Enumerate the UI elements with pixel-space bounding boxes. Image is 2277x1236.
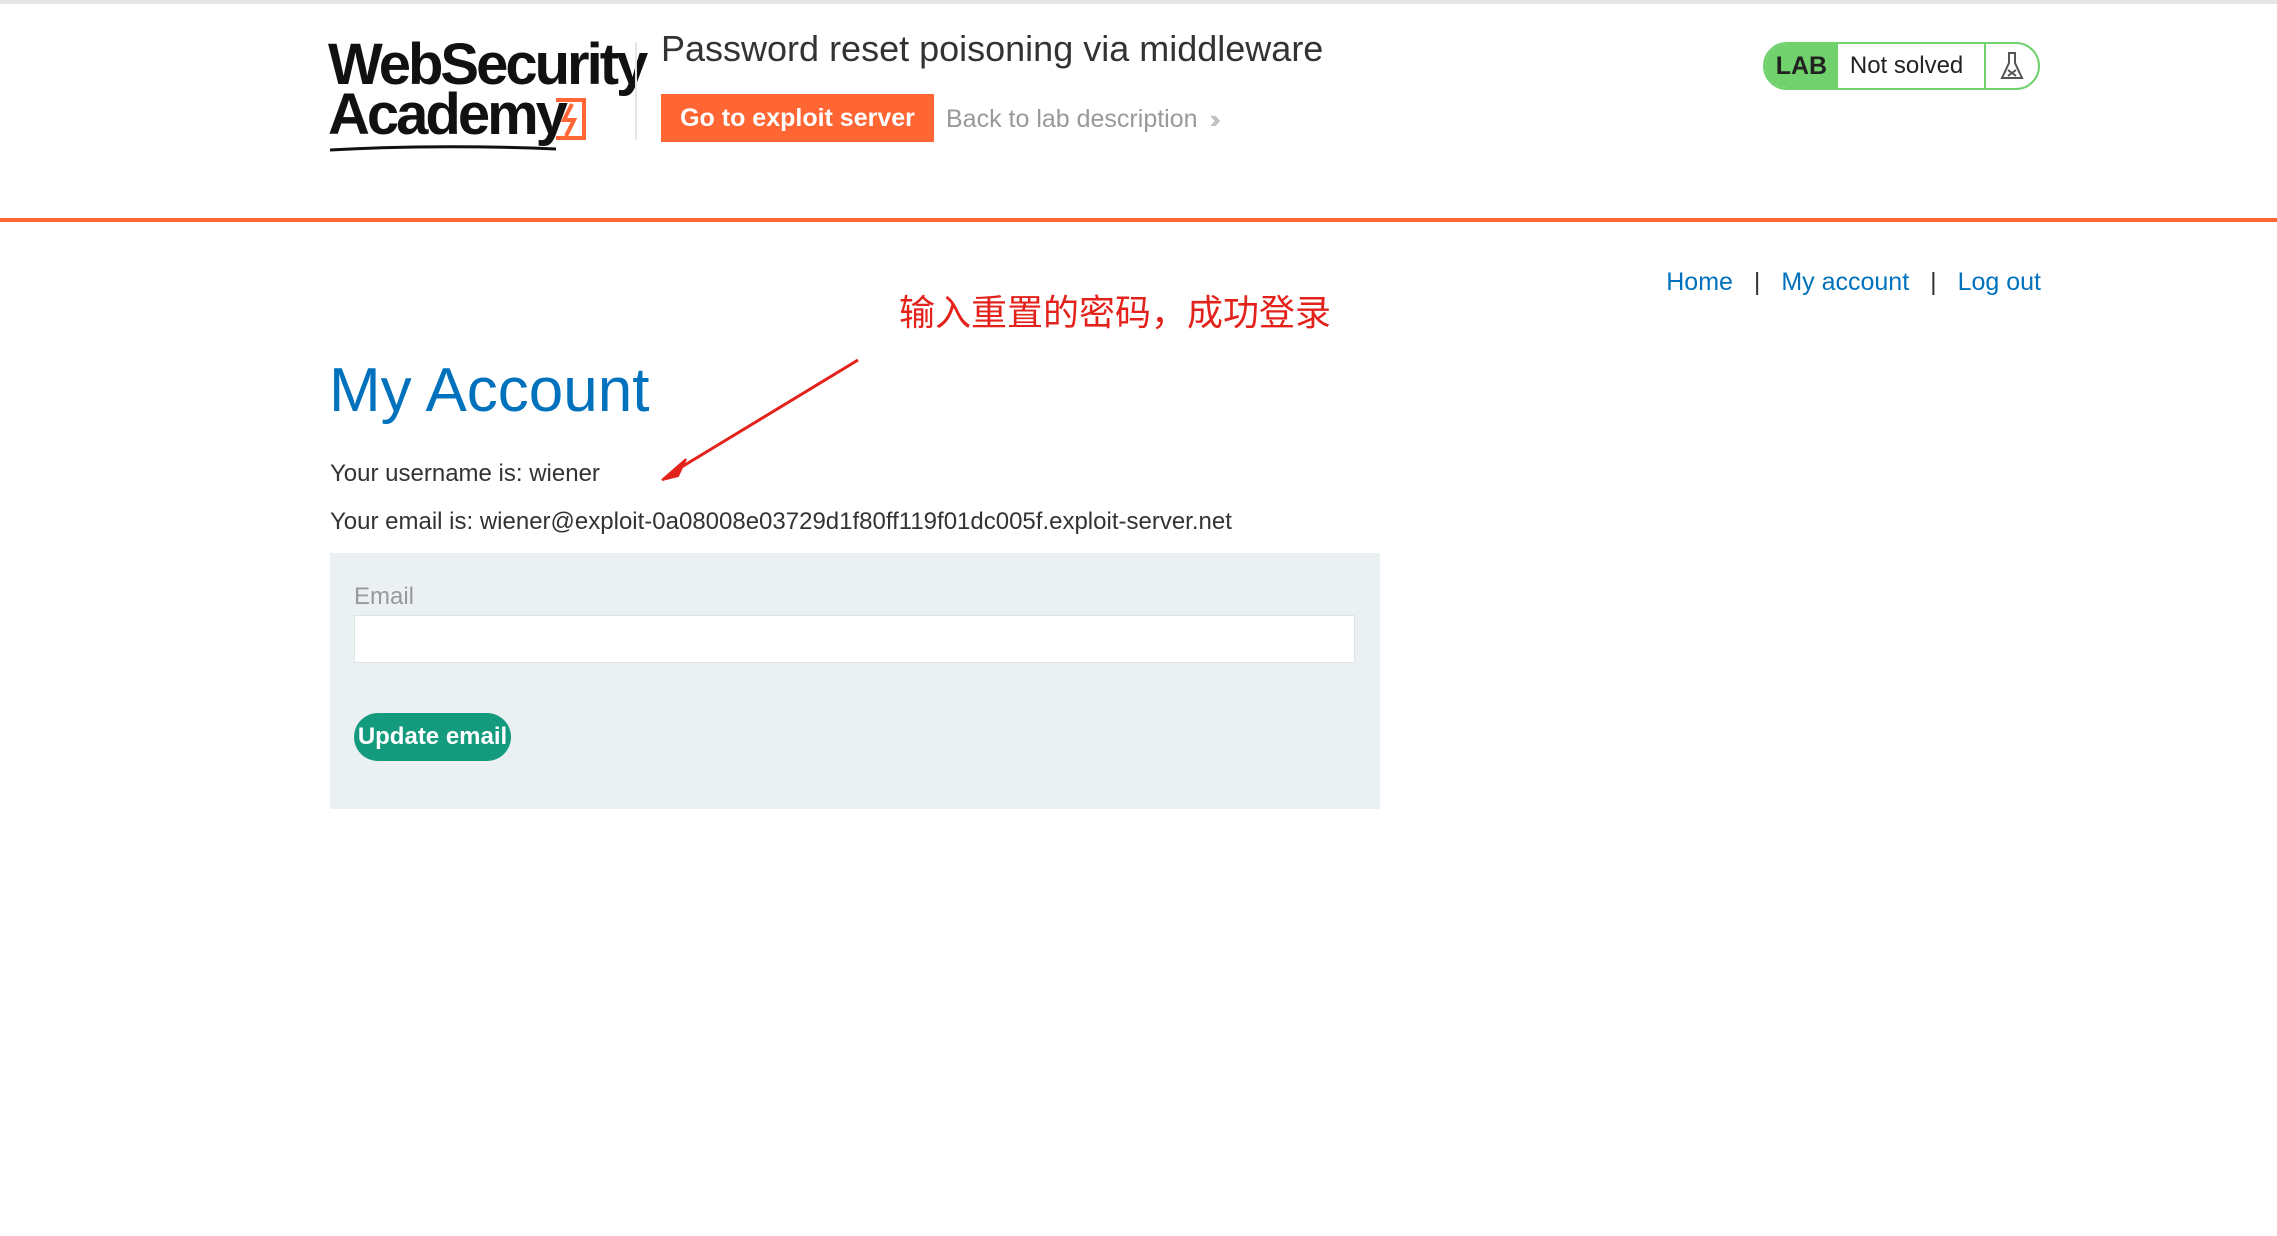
- email-text: Your email is: wiener@exploit-0a08008e03…: [330, 508, 1232, 535]
- lab-title: Password reset poisoning via middleware: [661, 28, 1324, 69]
- username-text: Your username is: wiener: [330, 460, 600, 487]
- nav-separator: |: [1930, 268, 1937, 296]
- annotation-arrow: [661, 358, 859, 481]
- go-to-exploit-server-button[interactable]: Go to exploit server: [661, 94, 934, 142]
- annotation-note: 输入重置的密码，成功登录: [899, 293, 1332, 334]
- logo-text-line2: Academy: [328, 82, 568, 147]
- lab-status-text: Not solved: [1849, 52, 1964, 79]
- page-title: My Account: [329, 356, 650, 425]
- nav-log-out-link[interactable]: Log out: [1958, 268, 2041, 296]
- lab-status-widget: LAB Not solved: [1763, 42, 2040, 90]
- update-email-button[interactable]: Update email: [354, 713, 511, 761]
- email-field-label: Email: [354, 583, 415, 610]
- lab-badge: LAB: [1765, 44, 1838, 88]
- web-security-academy-logo[interactable]: WebSecurity Academy: [328, 36, 648, 154]
- back-to-lab-description-link[interactable]: Back to lab description ››: [946, 104, 1222, 135]
- header-divider: [635, 42, 637, 140]
- change-email-form: Email Update email: [330, 553, 1380, 809]
- back-link-label: Back to lab description: [946, 105, 1198, 133]
- header-accent-bar: [0, 218, 2277, 222]
- top-navigation: Home | My account | Log out: [1666, 268, 2041, 297]
- flask-icon: [1983, 44, 2038, 88]
- email-input[interactable]: [354, 615, 1355, 663]
- lab-header: WebSecurity Academy Password reset poiso…: [0, 4, 2277, 218]
- double-chevron-right-icon: ››: [1209, 104, 1222, 134]
- logo-lightning-icon: [556, 98, 586, 140]
- logo-underline: [329, 145, 557, 152]
- nav-home-link[interactable]: Home: [1666, 268, 1733, 296]
- nav-my-account-link[interactable]: My account: [1781, 268, 1909, 296]
- nav-separator: |: [1753, 268, 1761, 296]
